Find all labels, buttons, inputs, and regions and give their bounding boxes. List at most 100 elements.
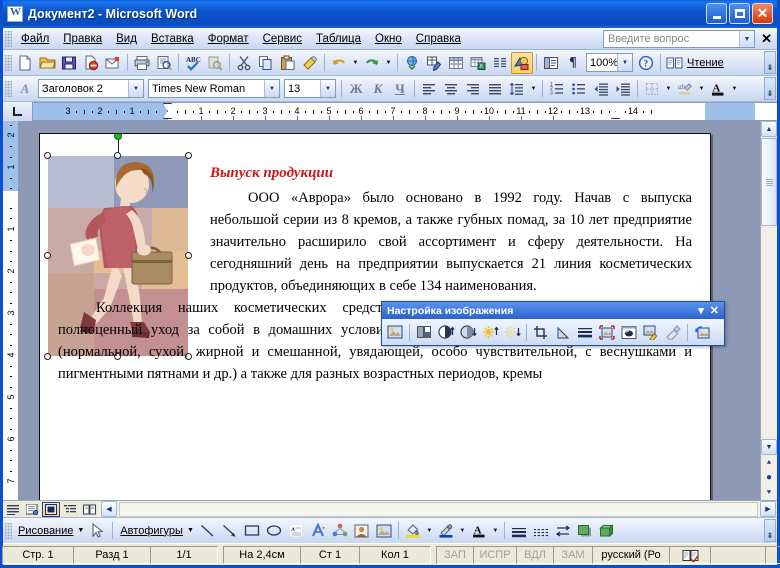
chevron-down-icon[interactable]: ▼ <box>320 80 335 97</box>
styles-and-formatting-button[interactable]: A <box>14 78 36 100</box>
menu-file[interactable]: Файл <box>14 31 56 47</box>
first-line-indent-marker[interactable] <box>163 103 172 111</box>
font-color-dropdown[interactable]: ▼ <box>490 520 501 542</box>
hanging-indent-marker[interactable] <box>163 111 172 119</box>
arrow-style-button[interactable] <box>552 520 574 542</box>
tables-and-borders-button[interactable] <box>423 52 445 74</box>
permission-button[interactable] <box>80 52 102 74</box>
menu-insert[interactable]: Вставка <box>144 31 201 47</box>
status-ovr[interactable]: ЗАМ <box>553 545 593 564</box>
picture-toolbar-close-icon[interactable]: ✕ <box>707 304 722 317</box>
undo-button[interactable] <box>328 52 350 74</box>
print-layout-view-button[interactable] <box>42 501 60 517</box>
redo-dropdown[interactable]: ▼ <box>383 52 394 74</box>
insert-picture-button[interactable] <box>384 321 406 343</box>
highlight-color-button[interactable]: ab <box>674 78 696 100</box>
status-rec[interactable]: ЗАП <box>436 545 474 564</box>
status-language[interactable]: русский (Ро <box>592 545 670 564</box>
scroll-left-button[interactable]: ◀ <box>101 501 117 517</box>
redo-button[interactable] <box>361 52 383 74</box>
insert-table-button[interactable] <box>445 52 467 74</box>
shadow-style-button[interactable] <box>574 520 596 542</box>
columns-button[interactable] <box>489 52 511 74</box>
select-browse-object-button[interactable]: ● <box>761 470 777 485</box>
resize-handle-ne[interactable] <box>185 152 192 159</box>
toolbar-options-icon[interactable]: ⇟ <box>764 519 776 542</box>
vertical-ruler[interactable]: 2 1 1 2 3 4 5 6 7 <box>3 121 19 500</box>
right-indent-marker[interactable] <box>611 111 620 119</box>
indent-markers[interactable] <box>163 103 173 120</box>
less-brightness-button[interactable] <box>501 321 523 343</box>
scroll-down-button[interactable]: ▼ <box>761 439 777 455</box>
menu-edit[interactable]: Правка <box>56 31 109 47</box>
align-center-button[interactable] <box>440 78 462 100</box>
status-spelling[interactable] <box>669 545 711 564</box>
scroll-up-button[interactable]: ▲ <box>761 121 777 137</box>
compress-pictures-button[interactable] <box>596 321 618 343</box>
menu-table[interactable]: Таблица <box>309 31 368 47</box>
toolbar-options-icon[interactable]: ⇟ <box>764 51 776 74</box>
text-wrapping-button[interactable] <box>618 321 640 343</box>
insert-picture-from-file-button[interactable] <box>373 520 395 542</box>
align-justify-button[interactable] <box>484 78 506 100</box>
3d-style-button[interactable] <box>596 520 618 542</box>
show-formatting-marks-button[interactable]: ¶ <box>562 52 584 74</box>
underline-button[interactable]: Ч <box>389 78 411 100</box>
less-contrast-button[interactable] <box>457 321 479 343</box>
picture-toolbar-titlebar[interactable]: Настройка изображения ▾ ✕ <box>382 302 724 319</box>
style-combo[interactable]: Заголовок 2 ▼ <box>38 79 144 98</box>
text-box-button[interactable]: A <box>285 520 307 542</box>
spelling-button[interactable]: ABC <box>182 52 204 74</box>
new-document-button[interactable] <box>14 52 36 74</box>
rotate-left-button[interactable] <box>552 321 574 343</box>
borders-button[interactable] <box>641 78 663 100</box>
picture-toolbar-options-icon[interactable]: ▾ <box>695 304 707 317</box>
document-canvas[interactable]: Выпуск продукции ООО «Аврора» было основ… <box>19 121 760 500</box>
chevron-down-icon[interactable]: ▼ <box>617 54 632 71</box>
formatting-toolbar-grip[interactable] <box>5 80 12 97</box>
paste-button[interactable] <box>277 52 299 74</box>
rectangle-button[interactable] <box>241 520 263 542</box>
chevron-down-icon[interactable]: ▼ <box>739 31 754 47</box>
open-button[interactable] <box>36 52 58 74</box>
help-button[interactable]: ? <box>635 52 657 74</box>
picture-toolbar[interactable]: Настройка изображения ▾ ✕ <box>381 301 725 346</box>
rotate-handle[interactable] <box>114 134 122 140</box>
line-spacing-button[interactable] <box>506 78 528 100</box>
chevron-down-icon[interactable]: ▼ <box>264 80 279 97</box>
line-style-button[interactable] <box>508 520 530 542</box>
ask-a-question-input[interactable]: Введите вопрос ▼ <box>603 30 755 48</box>
line-spacing-dropdown[interactable]: ▼ <box>528 78 539 100</box>
print-button[interactable] <box>131 52 153 74</box>
status-ext[interactable]: ВДЛ <box>516 545 554 564</box>
resize-handle-nw[interactable] <box>44 152 51 159</box>
close-button[interactable]: ✕ <box>752 3 773 24</box>
format-picture-button[interactable] <box>640 321 662 343</box>
resize-handle-w[interactable] <box>44 252 51 259</box>
menu-help[interactable]: Справка <box>409 31 468 47</box>
font-color-button[interactable]: A <box>707 78 729 100</box>
drawing-toggle-button[interactable] <box>511 51 533 74</box>
reading-layout-button[interactable]: Чтение <box>664 56 730 70</box>
set-transparent-color-button[interactable] <box>662 321 684 343</box>
bold-button[interactable]: Ж <box>345 78 367 100</box>
more-brightness-button[interactable] <box>479 321 501 343</box>
vertical-scrollbar[interactable]: ▲ ▼ ⯅ ● ⯆ <box>760 121 777 500</box>
crop-button[interactable] <box>530 321 552 343</box>
web-layout-view-button[interactable] <box>23 501 41 517</box>
maximize-button[interactable] <box>729 3 750 24</box>
previous-page-button[interactable]: ⯅ <box>761 455 777 470</box>
diagram-button[interactable] <box>329 520 351 542</box>
increase-indent-button[interactable] <box>612 78 634 100</box>
bulleted-list-button[interactable] <box>568 78 590 100</box>
font-size-combo[interactable]: 13 ▼ <box>284 79 336 98</box>
highlight-color-dropdown[interactable]: ▼ <box>696 78 707 100</box>
copy-button[interactable] <box>255 52 277 74</box>
fill-color-dropdown[interactable]: ▼ <box>424 520 435 542</box>
menu-window[interactable]: Окно <box>368 31 409 47</box>
font-combo[interactable]: Times New Roman ▼ <box>148 79 280 98</box>
hyperlink-button[interactable] <box>401 52 423 74</box>
menu-tools[interactable]: Сервис <box>256 31 309 47</box>
color-button[interactable] <box>413 321 435 343</box>
font-color-button[interactable]: A <box>468 520 490 542</box>
